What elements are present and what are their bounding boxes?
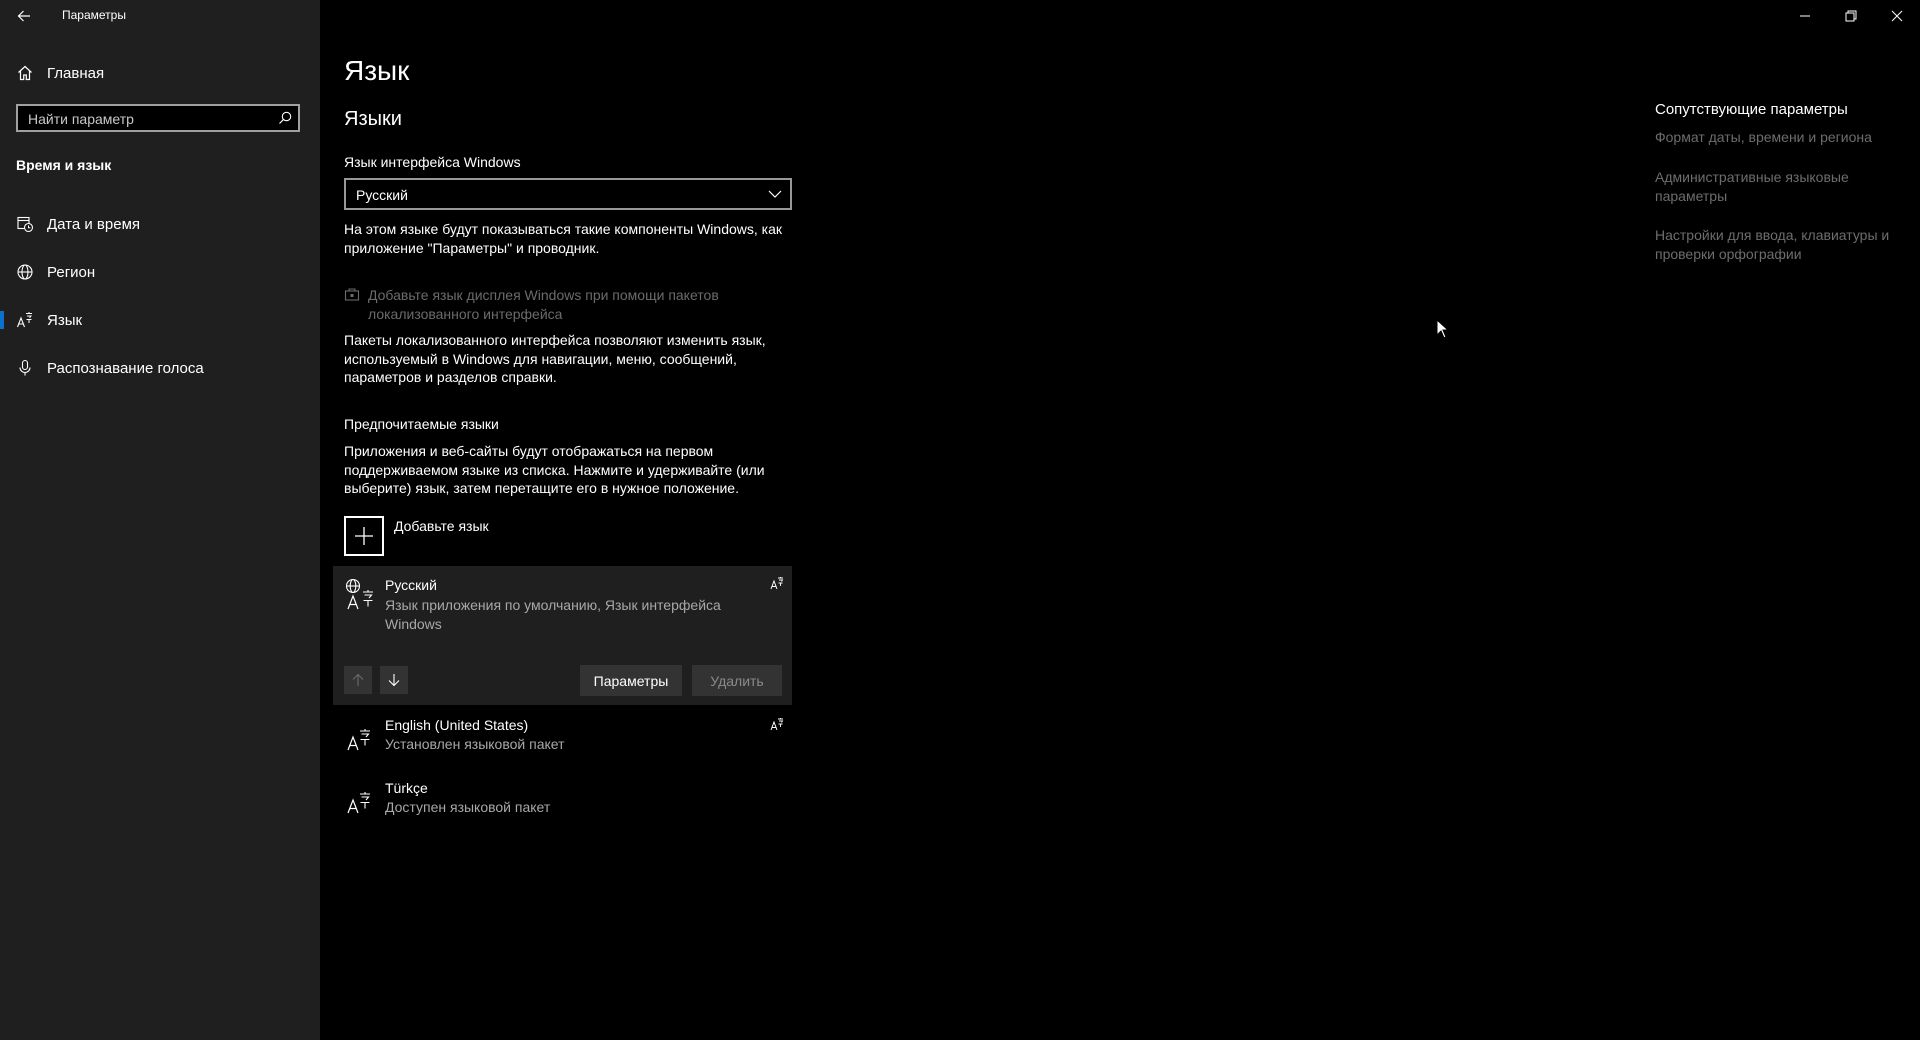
minimize-button[interactable] xyxy=(1782,0,1828,32)
restore-button[interactable] xyxy=(1828,0,1874,32)
sidebar-item-speech[interactable]: Распознавание голоса xyxy=(0,348,320,388)
section-title: Языки xyxy=(344,108,402,130)
calendar-clock-icon xyxy=(13,215,37,233)
sidebar-item-label: Дата и время xyxy=(47,215,141,233)
page-title: Язык xyxy=(344,55,410,86)
language-item-english[interactable]: English (United States) Установлен языко… xyxy=(333,709,792,765)
language-icon xyxy=(13,311,37,329)
back-arrow-icon xyxy=(17,10,30,22)
language-name: Русский xyxy=(385,577,437,593)
sidebar-item-label: Регион xyxy=(47,263,96,281)
search-input[interactable] xyxy=(26,109,260,129)
remove-language-button[interactable]: Удалить xyxy=(692,665,782,696)
globe-icon xyxy=(13,263,37,281)
related-link-admin-language[interactable]: Административные языковые параметры xyxy=(1655,168,1900,205)
minimize-icon xyxy=(1800,15,1810,17)
related-link-typing-keyboard[interactable]: Настройки для ввода, клавиатуры и провер… xyxy=(1655,226,1900,263)
close-icon xyxy=(1891,10,1903,22)
search-field[interactable] xyxy=(16,104,300,132)
plus-icon xyxy=(355,527,373,545)
language-icon xyxy=(345,782,375,814)
display-language-dropdown[interactable]: Русский xyxy=(344,178,792,210)
related-settings-title: Сопутствующие параметры xyxy=(1655,101,1848,118)
microphone-icon xyxy=(13,359,37,377)
move-up-button[interactable] xyxy=(344,666,372,694)
sidebar-item-date-time[interactable]: Дата и время xyxy=(0,204,320,244)
sidebar-section-title: Время и язык xyxy=(16,157,112,173)
sidebar-item-label: Распознавание голоса xyxy=(47,359,204,377)
chevron-down-icon xyxy=(768,189,782,199)
preferred-languages-title: Предпочитаемые языки xyxy=(344,416,499,432)
main-panel: Язык Языки Язык интерфейса Windows Русск… xyxy=(320,0,1920,1040)
close-button[interactable] xyxy=(1874,0,1920,32)
related-link-date-region[interactable]: Формат даты, времени и региона xyxy=(1655,128,1900,147)
language-description: Язык приложения по умолчанию, Язык интер… xyxy=(385,597,721,632)
back-button[interactable] xyxy=(10,4,38,28)
sidebar-item-label: Язык xyxy=(47,311,83,329)
sidebar-item-region[interactable]: Регион xyxy=(0,252,320,292)
language-options-button[interactable]: Параметры xyxy=(580,665,682,696)
language-icon xyxy=(345,719,375,751)
language-name: Türkçe xyxy=(385,780,428,796)
sidebar: Параметры Главная Время и язык Дата и вр… xyxy=(0,0,320,1040)
display-language-capability-icon xyxy=(770,576,784,590)
arrow-down-icon xyxy=(388,674,400,687)
lip-description: Пакеты локализованного интерфейса позвол… xyxy=(344,332,766,385)
restore-icon xyxy=(1845,10,1857,22)
language-globe-icon xyxy=(345,578,377,610)
dropdown-value: Русский xyxy=(356,187,408,203)
add-language-label[interactable]: Добавьте язык xyxy=(394,518,489,534)
language-description: Доступен языковой пакет xyxy=(385,799,551,815)
sidebar-item-label: Главная xyxy=(47,64,105,82)
language-description: Установлен языковой пакет xyxy=(385,736,565,752)
sidebar-item-home[interactable]: Главная xyxy=(0,53,320,93)
display-language-label: Язык интерфейса Windows xyxy=(344,154,521,170)
search-icon[interactable] xyxy=(278,111,292,125)
move-down-button[interactable] xyxy=(380,666,408,694)
mouse-cursor-icon xyxy=(1436,319,1450,339)
add-display-language-link[interactable]: Добавьте язык дисплея Windows при помощи… xyxy=(368,286,788,323)
app-title: Параметры xyxy=(62,8,126,22)
arrow-up-icon xyxy=(352,673,364,686)
store-bag-icon xyxy=(344,287,360,301)
display-language-description: На этом языке будут показываться такие к… xyxy=(344,221,783,256)
display-language-capability-icon xyxy=(770,717,784,731)
language-name: English (United States) xyxy=(385,717,529,733)
home-icon xyxy=(13,64,37,82)
add-language-button[interactable] xyxy=(344,516,384,556)
language-item-turkish[interactable]: Türkçe Доступен языковой пакет xyxy=(333,772,792,828)
preferred-languages-description: Приложения и веб-сайты будут отображатьс… xyxy=(344,443,765,496)
sidebar-item-language[interactable]: Язык xyxy=(0,300,320,340)
